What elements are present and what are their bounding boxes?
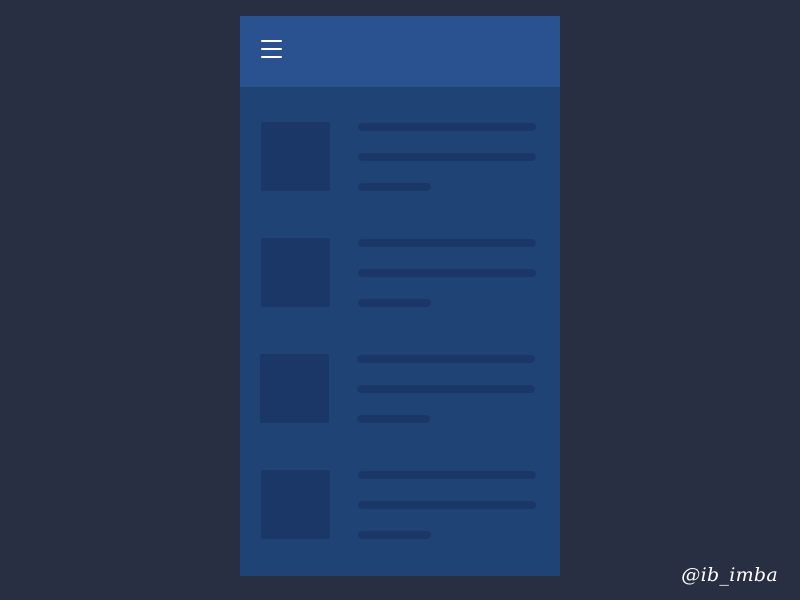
text-line-placeholder [358, 153, 536, 161]
list-item[interactable] [240, 354, 560, 470]
thumbnail-placeholder [260, 354, 329, 423]
meta-line-placeholder [357, 415, 430, 423]
list-item[interactable] [240, 470, 560, 576]
backdrop: @ib_imba [0, 0, 800, 600]
text-line-placeholder [358, 501, 536, 509]
title-line-placeholder [358, 239, 536, 247]
title-line-placeholder [358, 123, 536, 131]
menu-icon-bar [261, 40, 282, 42]
hamburger-menu-button[interactable] [254, 34, 288, 68]
title-line-placeholder [358, 471, 536, 479]
thumbnail-placeholder [261, 238, 330, 307]
list-item[interactable] [240, 238, 560, 354]
phone-screen [240, 16, 560, 576]
thumbnail-placeholder [261, 470, 330, 539]
skeleton-list [240, 87, 560, 576]
app-header [240, 16, 560, 87]
meta-line-placeholder [358, 531, 431, 539]
text-line-placeholder [357, 385, 535, 393]
meta-line-placeholder [358, 299, 431, 307]
menu-icon-bar [261, 56, 282, 58]
text-line-placeholder [358, 269, 536, 277]
thumbnail-placeholder [261, 122, 330, 191]
meta-line-placeholder [358, 183, 431, 191]
list-item[interactable] [240, 122, 560, 238]
watermark-signature: @ib_imba [681, 564, 778, 586]
menu-icon-bar [261, 48, 282, 50]
title-line-placeholder [357, 355, 535, 363]
